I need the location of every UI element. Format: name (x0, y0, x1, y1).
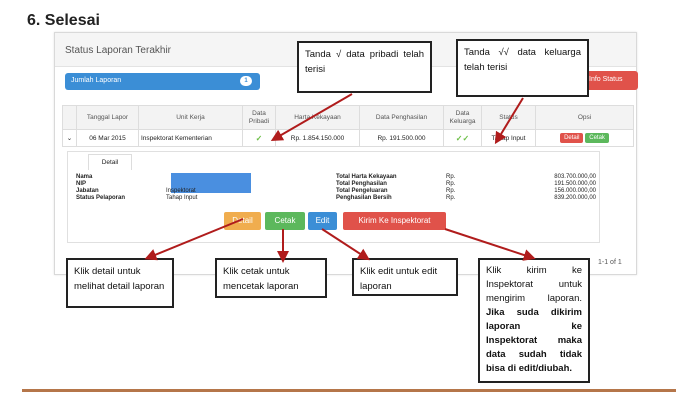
arrow-edit (321, 228, 371, 261)
arrow-keluarga (494, 97, 524, 145)
arrow-detail (144, 218, 244, 261)
bottom-rule (22, 389, 676, 392)
arrow-kirim (444, 228, 536, 261)
annotation-arrows (144, 93, 536, 263)
arrow-pribadi (270, 93, 353, 142)
